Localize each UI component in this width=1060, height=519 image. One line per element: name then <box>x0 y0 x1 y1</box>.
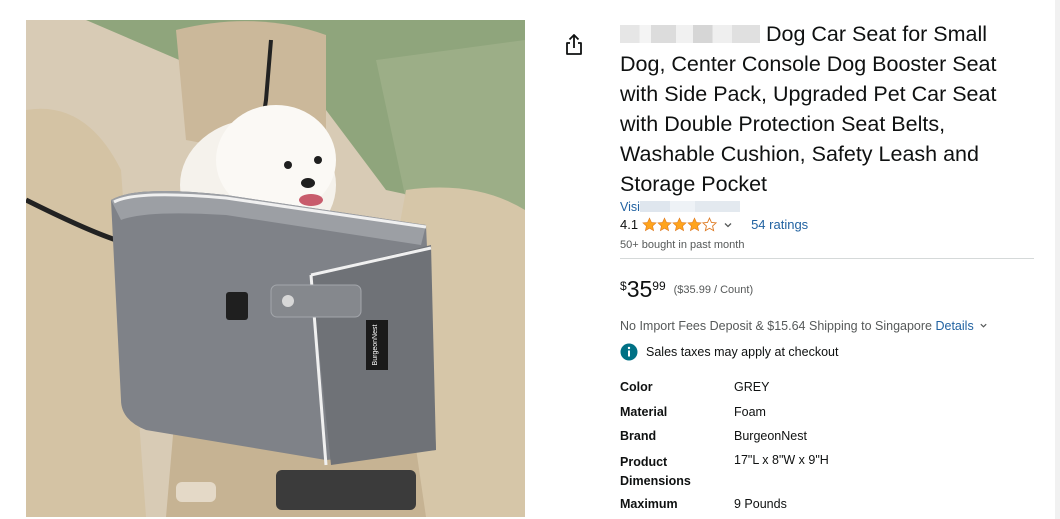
spec-key: Color <box>620 380 653 394</box>
store-link[interactable]: Visi <box>620 200 740 214</box>
unit-price: ($35.99 / Count) <box>673 284 754 296</box>
spec-row: Brand BurgeonNest <box>620 429 829 453</box>
bought-count: 50+ bought in past month <box>620 239 745 251</box>
redacted-brand <box>620 25 760 43</box>
store-link-text: Visi <box>620 200 640 214</box>
star-icon <box>642 217 657 232</box>
product-title-text: Dog Car Seat for Small Dog, Center Conso… <box>620 22 997 196</box>
rating-value: 4.1 <box>620 217 639 232</box>
scrollbar[interactable] <box>1055 0 1060 519</box>
spec-key: Material <box>620 405 668 419</box>
redacted-store <box>639 201 740 212</box>
star-icon <box>687 217 702 232</box>
star-icon <box>657 217 672 232</box>
price-block: $ 35 99 ($35.99 / Count) <box>620 276 753 302</box>
star-empty-icon <box>702 217 718 232</box>
spec-key: Product Dimensions <box>620 455 691 488</box>
spec-key: Maximum <box>620 497 678 511</box>
star-rating[interactable] <box>642 217 718 232</box>
spec-row: Color GREY <box>620 380 829 405</box>
tax-note: Sales taxes may apply at checkout <box>620 343 838 361</box>
spec-value: GREY <box>734 380 770 394</box>
shipping-details-link[interactable]: Details <box>935 319 973 333</box>
price-whole: 35 <box>626 276 653 302</box>
spec-row: Maximum 9 Pounds <box>620 497 829 517</box>
rating-row[interactable]: 4.1 54 ratings <box>620 217 808 232</box>
ratings-count-link[interactable]: 54 ratings <box>751 217 808 232</box>
price-fraction: 99 <box>652 279 666 293</box>
product-image[interactable]: BurgeonNest <box>26 20 525 517</box>
product-info: Dog Car Seat for Small Dog, Center Conso… <box>620 19 1034 199</box>
spec-value: 9 Pounds <box>734 497 787 511</box>
spec-row: Material Foam <box>620 405 829 429</box>
spec-value: Foam <box>734 405 766 419</box>
chevron-down-icon[interactable] <box>979 321 988 330</box>
share-icon[interactable] <box>563 33 585 57</box>
star-icon <box>672 217 687 232</box>
spec-value: 17"L x 8"W x 9"H <box>734 453 829 467</box>
shipping-text: No Import Fees Deposit & $15.64 Shipping… <box>620 319 932 333</box>
product-title: Dog Car Seat for Small Dog, Center Conso… <box>620 19 1034 199</box>
specs-table: Color GREY Material Foam Brand BurgeonNe… <box>620 380 829 517</box>
spec-row: Product Dimensions 17"L x 8"W x 9"H <box>620 453 829 497</box>
tax-note-text: Sales taxes may apply at checkout <box>646 345 839 359</box>
shipping-info: No Import Fees Deposit & $15.64 Shipping… <box>620 319 988 333</box>
chevron-down-icon[interactable] <box>723 220 733 230</box>
divider <box>620 258 1034 259</box>
spec-value: BurgeonNest <box>734 429 807 443</box>
brand-label: BurgeonNest <box>372 325 379 366</box>
price-symbol: $ <box>620 279 627 293</box>
spec-key: Brand <box>620 429 657 443</box>
info-icon <box>620 343 638 361</box>
